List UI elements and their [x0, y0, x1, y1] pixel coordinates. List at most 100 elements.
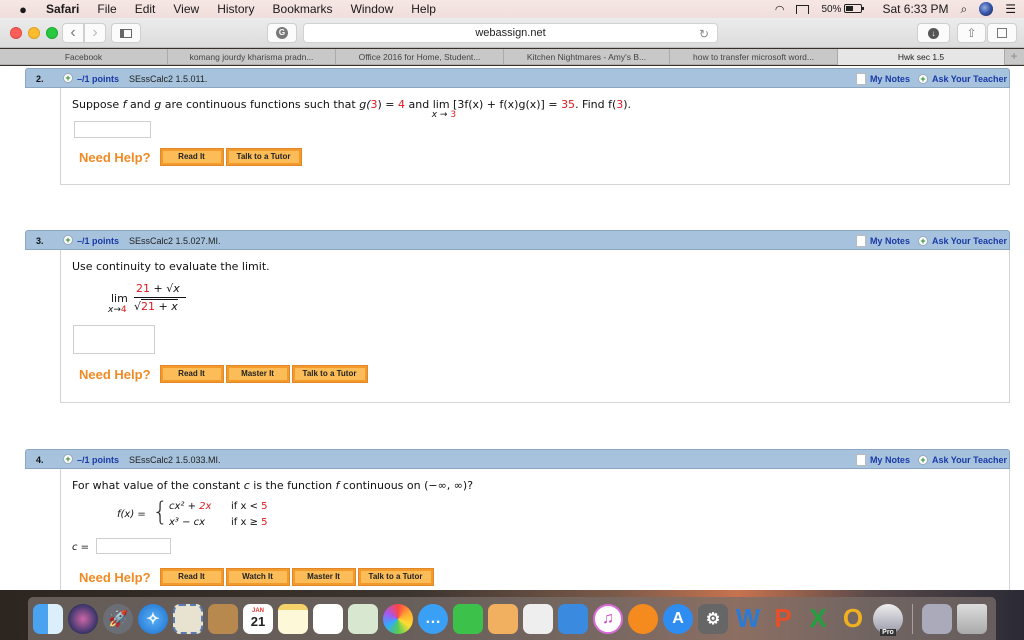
- ask-teacher-plus-icon[interactable]: +: [917, 236, 928, 246]
- facetime-icon[interactable]: [453, 603, 483, 634]
- itunes-icon[interactable]: ♫: [593, 603, 623, 634]
- siri-icon[interactable]: [979, 2, 994, 16]
- menu-safari[interactable]: Safari: [46, 2, 79, 16]
- tab-facebook[interactable]: Facebook: [0, 49, 168, 65]
- zoom-window-button[interactable]: [46, 27, 58, 39]
- master-it-button[interactable]: Master It: [225, 365, 290, 383]
- talk-to-tutor-button[interactable]: Talk to a Tutor: [291, 365, 368, 383]
- maps-icon[interactable]: [348, 603, 378, 634]
- trash-icon[interactable]: [957, 603, 987, 634]
- my-notes-link[interactable]: My Notes: [870, 74, 910, 84]
- ask-your-teacher-link[interactable]: Ask Your Teacher: [932, 455, 1007, 465]
- ask-teacher-plus-icon[interactable]: +: [917, 455, 928, 465]
- address-url: webassign.net: [475, 27, 546, 39]
- master-it-button[interactable]: Master It: [291, 568, 356, 586]
- notes-icon[interactable]: [855, 235, 866, 247]
- question-points[interactable]: –/1 points: [77, 236, 119, 246]
- menu-history[interactable]: History: [217, 2, 254, 16]
- my-notes-link[interactable]: My Notes: [870, 236, 910, 246]
- reload-icon[interactable]: ↻: [699, 25, 709, 43]
- downloads-button[interactable]: ↓: [917, 23, 950, 43]
- safari-dock-icon[interactable]: ✧: [138, 603, 168, 634]
- downloads-stack-icon[interactable]: [922, 603, 952, 634]
- back-button[interactable]: ‹: [62, 23, 84, 43]
- menu-edit[interactable]: Edit: [135, 2, 156, 16]
- forward-button[interactable]: ›: [84, 23, 106, 43]
- expand-plus-icon[interactable]: +: [63, 73, 73, 83]
- spotlight-search-icon[interactable]: ⌕: [961, 2, 968, 17]
- photos-icon[interactable]: [383, 603, 413, 634]
- new-tab-button[interactable]: +: [1005, 49, 1023, 64]
- messages-icon[interactable]: …: [418, 603, 448, 634]
- read-it-button[interactable]: Read It: [159, 568, 224, 586]
- talk-to-tutor-button[interactable]: Talk to a Tutor: [357, 568, 434, 586]
- contacts-icon[interactable]: [208, 603, 238, 634]
- siri-dock-icon[interactable]: [68, 603, 98, 634]
- finder-icon[interactable]: [33, 603, 63, 634]
- tab-kitchen-nightmares[interactable]: Kitchen Nightmares - Amy's B...: [504, 49, 670, 65]
- ask-your-teacher-link[interactable]: Ask Your Teacher: [932, 236, 1007, 246]
- text: is the function: [249, 479, 336, 492]
- ibooks-icon[interactable]: [628, 603, 658, 634]
- notes-icon[interactable]: [855, 454, 866, 466]
- reminders-icon[interactable]: [313, 603, 343, 634]
- apple-menu-icon[interactable]: ●: [14, 2, 32, 17]
- talk-to-tutor-button[interactable]: Talk to a Tutor: [225, 148, 302, 166]
- numbers-icon[interactable]: [523, 603, 553, 634]
- calendar-icon[interactable]: JAN 21: [243, 603, 273, 634]
- menu-bookmarks[interactable]: Bookmarks: [273, 2, 333, 16]
- notes-icon[interactable]: [855, 73, 866, 85]
- expand-plus-icon[interactable]: +: [63, 235, 73, 245]
- word-icon[interactable]: W: [733, 603, 763, 634]
- watch-it-button[interactable]: Watch It: [225, 568, 290, 586]
- tab-hwk-sec[interactable]: Hwk sec 1.5: [838, 49, 1005, 65]
- address-bar[interactable]: webassign.net ↻: [303, 23, 718, 43]
- powerpoint-icon[interactable]: P: [768, 603, 798, 634]
- outlook-icon[interactable]: O: [838, 603, 868, 634]
- webassign-page: 2. + –/1 points SEssCalc2 1.5.011. My No…: [0, 66, 1024, 590]
- sidebar-toggle-button[interactable]: [111, 23, 141, 43]
- menu-file[interactable]: File: [97, 2, 116, 16]
- menu-view[interactable]: View: [173, 2, 199, 16]
- wifi-icon[interactable]: ◠: [775, 3, 785, 16]
- tab-transfer-word[interactable]: how to transfer microsoft word...: [670, 49, 838, 65]
- menu-window[interactable]: Window: [351, 2, 394, 16]
- expand-plus-icon[interactable]: +: [63, 454, 73, 464]
- question-points[interactable]: –/1 points: [77, 74, 119, 84]
- menu-help[interactable]: Help: [411, 2, 436, 16]
- pages-icon[interactable]: [488, 603, 518, 634]
- mail-icon[interactable]: [173, 603, 203, 634]
- google-earth-pro-icon[interactable]: Pro: [873, 603, 903, 636]
- download-icon: ↓: [928, 27, 939, 39]
- text: For what value of the constant: [72, 479, 244, 492]
- system-preferences-icon[interactable]: ⚙: [698, 603, 728, 634]
- app-store-icon[interactable]: A: [663, 603, 693, 634]
- notification-center-icon[interactable]: ☰: [1005, 2, 1016, 16]
- grammarly-extension-button[interactable]: G: [267, 23, 297, 43]
- question-points[interactable]: –/1 points: [77, 455, 119, 465]
- c-answer-input[interactable]: [96, 538, 171, 554]
- airplay-icon[interactable]: [796, 4, 810, 14]
- my-notes-link[interactable]: My Notes: [870, 455, 910, 465]
- launchpad-icon[interactable]: 🚀: [103, 603, 133, 634]
- sqrt-symbol: √: [134, 300, 142, 313]
- show-all-tabs-button[interactable]: [987, 23, 1017, 43]
- share-button[interactable]: ⇧: [957, 23, 986, 43]
- math-value: 4: [398, 98, 406, 111]
- answer-input[interactable]: [74, 121, 151, 138]
- battery-status[interactable]: 50%: [821, 4, 865, 15]
- ask-your-teacher-link[interactable]: Ask Your Teacher: [932, 74, 1007, 84]
- minimize-window-button[interactable]: [28, 27, 40, 39]
- tab-office-2016[interactable]: Office 2016 for Home, Student...: [336, 49, 504, 65]
- keynote-icon[interactable]: [558, 603, 588, 634]
- close-window-button[interactable]: [10, 27, 22, 39]
- clock[interactable]: Sat 6:33 PM: [882, 2, 948, 16]
- tab-komang[interactable]: komang jourdy kharisma pradn...: [168, 49, 336, 65]
- excel-icon[interactable]: X: [803, 603, 833, 634]
- brace: {: [152, 497, 169, 527]
- read-it-button[interactable]: Read It: [159, 148, 224, 166]
- read-it-button[interactable]: Read It: [159, 365, 224, 383]
- notes-app-icon[interactable]: [278, 603, 308, 634]
- answer-input[interactable]: [73, 325, 155, 354]
- ask-teacher-plus-icon[interactable]: +: [917, 74, 928, 84]
